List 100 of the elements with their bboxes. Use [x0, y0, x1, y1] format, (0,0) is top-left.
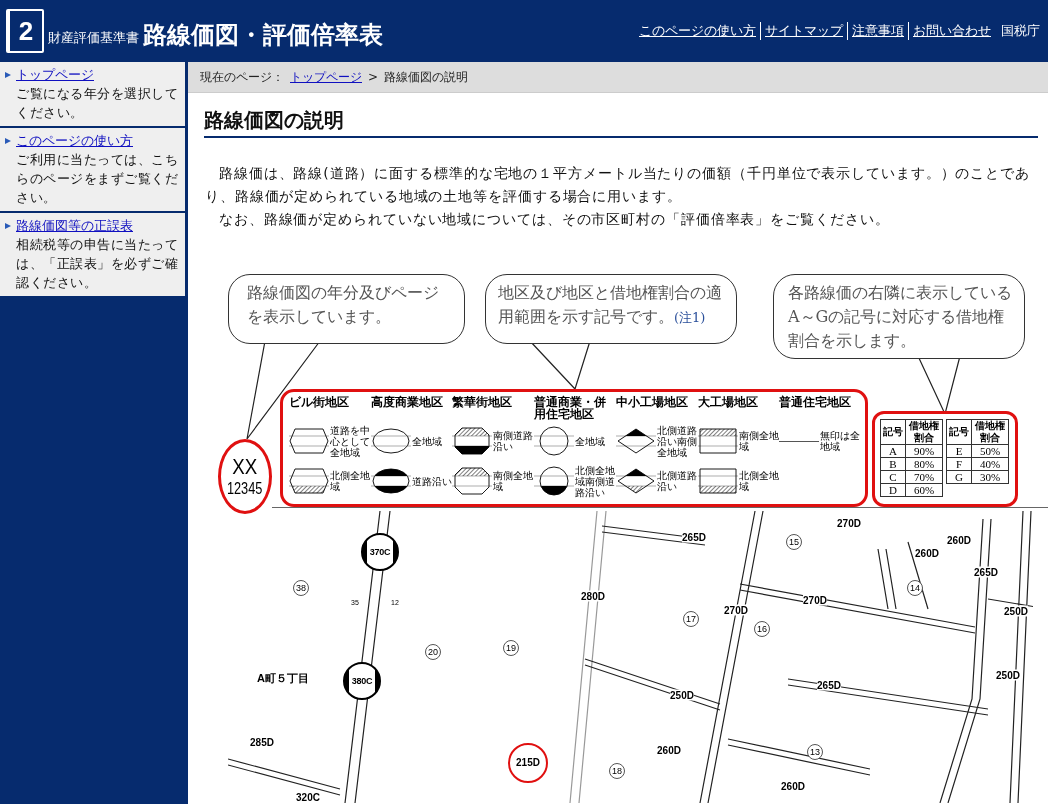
header-link[interactable]: このページの使い方 — [635, 22, 760, 40]
road-price-label: 260D — [947, 534, 971, 546]
district-symbol-icon — [289, 465, 329, 497]
legend-note: 北側全地域 — [330, 470, 370, 492]
road-price-label: 265D — [682, 531, 706, 543]
sidebar-description: ご覧になる年分を選択してください。 — [16, 85, 179, 122]
road-price-label: 380C — [343, 662, 381, 700]
header-link[interactable]: 注意事項 — [847, 22, 908, 40]
block-number: 17 — [683, 611, 699, 627]
header-link[interactable]: お問い合わせ — [908, 22, 995, 40]
table-cell: 70% — [905, 470, 943, 484]
callout-text: 各路線価の右隣に表示しているA～Gの記号に対応する借地権割合を示します。 — [787, 282, 1013, 352]
block-number: 18 — [609, 763, 625, 779]
table-header: 借地権割合 — [905, 419, 943, 445]
site-subtitle: 財産評価基準書 — [48, 29, 139, 47]
district-symbol-icon — [697, 465, 738, 497]
road-price-label: 215D — [508, 743, 548, 783]
road-price-label: 270D — [837, 517, 861, 529]
road-price-label: 265D — [974, 566, 998, 578]
site-title: 路線価図・評価倍率表 — [143, 20, 383, 51]
block-number: 16 — [754, 621, 770, 637]
table-header: 記号 — [880, 419, 906, 445]
table-cell: 40% — [971, 457, 1009, 471]
page-number: 12345 — [227, 478, 263, 499]
sidebar-link[interactable]: 路線価図等の正誤表 — [16, 217, 133, 235]
breadcrumb-prefix: 現在のページ： — [200, 68, 284, 86]
table-cell: A — [880, 444, 906, 458]
legend-note: 北側道路沿い南側全地域 — [656, 424, 697, 458]
road-price-label: 370C — [361, 533, 399, 571]
page-code: XX — [232, 454, 258, 479]
table-cell: G — [946, 470, 972, 484]
callout-text: 地区及び地区と借地権割合の適用範囲を示す記号です。(注1) — [497, 282, 723, 328]
breadcrumb-link[interactable]: トップページ — [290, 68, 362, 86]
agency-name: 国税庁 — [1001, 22, 1040, 40]
sidebar-description: 相続税等の申告に当たっては、「正誤表」を必ずご確認ください。 — [16, 236, 179, 292]
legend-note: 南側全地域 — [738, 430, 779, 452]
district-symbol-icon — [452, 425, 493, 457]
legend-heading: 普通住宅地区 — [779, 396, 853, 411]
district-symbol-icon — [289, 425, 329, 457]
table-cell: F — [946, 457, 972, 471]
header-link[interactable]: サイトマップ — [760, 22, 847, 40]
road-price-label: 280D — [581, 590, 605, 602]
triangle-bullet-icon — [4, 137, 12, 145]
block-number: 13 — [807, 744, 823, 760]
district-symbol-icon — [370, 425, 411, 457]
body-paragraph: 路線価は、路線(道路）に面する標準的な宅地の１平方メートル当たりの価額（千円単位で表示しています。）のことであり、路線価が定められている地域の土地等を評価する場合に用います。 — [205, 164, 1031, 206]
legend-heading: 普通商業・併用住宅地区 — [534, 396, 608, 420]
road-price-label: 260D — [657, 744, 681, 756]
legend-note: 南側道路沿い — [493, 430, 534, 452]
road-price-label: 250D — [996, 669, 1020, 681]
sidebar-link[interactable]: このページの使い方 — [16, 132, 133, 150]
legend-note: 道路を中心として全地域 — [330, 424, 370, 458]
table-cell: 80% — [905, 457, 943, 471]
block-number: 20 — [425, 644, 441, 660]
legend-heading: 大工場地区 — [697, 396, 759, 411]
table-cell: B — [880, 457, 906, 471]
page-heading: 路線価図の説明 — [204, 107, 1038, 138]
road-price-label: 285D — [250, 736, 274, 748]
road-price-label: 270D — [803, 594, 827, 606]
callout-text: 路線価図の年分及びページを表示しています。 — [246, 282, 440, 328]
sidebar-link[interactable]: トップページ — [16, 66, 94, 84]
triangle-bullet-icon — [4, 222, 12, 230]
road-price-label: 265D — [817, 679, 841, 691]
road-price-label: 250D — [670, 689, 694, 701]
legend-heading: 中小工場地区 — [615, 396, 689, 411]
block-number: 19 — [503, 640, 519, 656]
table-cell: 50% — [971, 444, 1009, 458]
legend-note: 北側道路沿い — [656, 470, 697, 492]
block-number: 15 — [786, 534, 802, 550]
legend-heading: 高度商業地区 — [370, 396, 444, 411]
road-price-label: 260D — [781, 780, 805, 792]
breadcrumb-current: 路線価図の説明 — [384, 68, 469, 86]
table-header: 借地権割合 — [971, 419, 1009, 445]
triangle-bullet-icon — [4, 71, 12, 79]
legend-heading: ビル街地区 — [289, 396, 350, 411]
road-price-label: 260D — [915, 547, 939, 559]
body-paragraph: なお、路線価が定められていない地域については、その市区町村の「評価倍率表」をご覧ください。 — [218, 210, 891, 229]
district-symbol-icon — [534, 465, 575, 497]
road-price-label: 250D — [1004, 605, 1028, 617]
district-symbol-icon — [534, 425, 575, 457]
table-cell: 30% — [971, 470, 1009, 484]
table-cell: E — [946, 444, 972, 458]
block-number: 14 — [907, 580, 923, 596]
legend-note: 全地域 — [411, 435, 443, 447]
legend-note: 南側全地域 — [493, 470, 534, 492]
legend-note: 北側全地域 — [738, 470, 779, 492]
table-header: 記号 — [946, 419, 972, 445]
district-symbol-icon — [452, 465, 493, 497]
block-number: 38 — [293, 580, 309, 596]
legend-note: 無印は全地域 — [820, 430, 861, 452]
road-price-label: 270D — [724, 604, 748, 616]
breadcrumb-separator: > — [368, 70, 379, 84]
legend-note: 北側全地域南側道路沿い — [575, 464, 616, 498]
table-cell: 60% — [905, 483, 943, 497]
district-symbol-icon — [370, 465, 411, 497]
line-symbol-icon — [779, 440, 820, 442]
road-price-label: 320C — [296, 791, 320, 803]
sidebar-description: ご利用に当たっては、こちらのページをまずご覧ください。 — [16, 151, 179, 207]
district-symbol-icon — [697, 425, 738, 457]
legend-heading: 繁華街地区 — [452, 396, 514, 411]
